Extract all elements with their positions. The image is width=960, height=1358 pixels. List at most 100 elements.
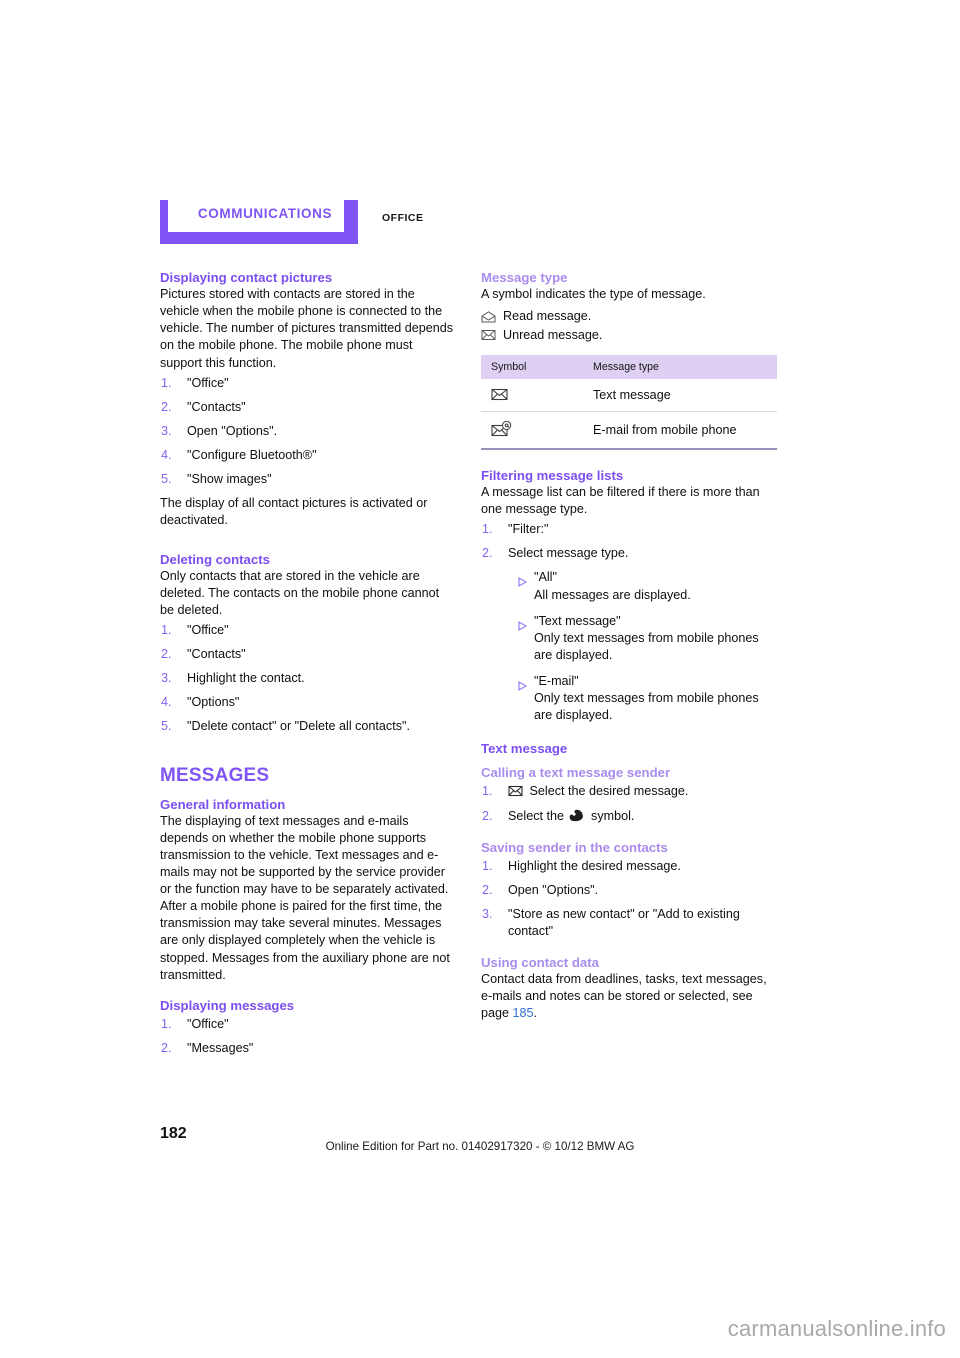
table-header-symbol: Symbol bbox=[481, 354, 583, 379]
symbol-line-unread-message: Unread message. bbox=[481, 326, 777, 345]
list-item: Select the symbol. bbox=[481, 808, 777, 825]
table-cell-symbol bbox=[481, 378, 583, 412]
message-type-table: Symbol Message type Text message E-mail … bbox=[481, 354, 777, 450]
closed-envelope-icon bbox=[491, 388, 508, 401]
list-item: "Office" bbox=[161, 1016, 229, 1033]
section-saving-sender: Saving sender in the contacts Highlight … bbox=[481, 840, 777, 941]
section-using-contact-data: Using contact data Contact data from dea… bbox=[481, 955, 777, 1022]
list-item: "Show images" bbox=[161, 471, 272, 488]
chapter-tab-label: COMMUNICATIONS bbox=[197, 206, 333, 221]
substep-desc: Only text messages from mobile phones ar… bbox=[534, 630, 759, 662]
list-item: "Options" bbox=[161, 694, 240, 711]
list-item: "E-mail" Only text messages from mobile … bbox=[508, 673, 777, 724]
triangle-bullet-icon bbox=[510, 616, 527, 631]
watermark: carmanualsonline.info bbox=[727, 1316, 946, 1341]
table-cell-symbol bbox=[481, 411, 583, 450]
heading-displaying-messages: Displaying messages bbox=[160, 997, 295, 1013]
open-envelope-icon bbox=[481, 310, 496, 323]
section-label: OFFICE bbox=[382, 212, 424, 224]
section-text-message: Text message Calling a text message send… bbox=[481, 741, 777, 824]
steps-deleting-contacts: "Office" "Contacts" Highlight the contac… bbox=[160, 622, 456, 736]
list-item: "Delete contact" or "Delete all contacts… bbox=[161, 718, 410, 735]
paragraph-using-contact-data: Contact data from deadlines, tasks, text… bbox=[481, 971, 777, 1022]
paragraph-filtering-message-lists: A message list can be filtered if there … bbox=[481, 484, 760, 517]
steps-filtering-message-lists: "Filter:" Select message type. "All" All… bbox=[481, 521, 777, 724]
list-item: Select the desired message. bbox=[481, 783, 777, 800]
triangle-bullet-icon bbox=[510, 676, 527, 692]
page-reference-link[interactable]: 185 bbox=[513, 1006, 534, 1020]
section-filtering-message-lists: Filtering message lists A message list c… bbox=[481, 468, 777, 725]
table-cell-type: Text message bbox=[583, 378, 777, 412]
paragraph-general-information: The displaying of text messages and e-ma… bbox=[160, 813, 450, 982]
table-header-message-type: Message type bbox=[583, 354, 777, 379]
section-displaying-contact-pictures: Displaying contact pictures Pictures sto… bbox=[160, 270, 456, 530]
list-item: "Filter:" bbox=[482, 521, 549, 538]
steps-displaying-contact-pictures: "Office" "Contacts" Open "Options". "Con… bbox=[160, 375, 456, 489]
substep-title: "All" bbox=[534, 570, 557, 585]
list-item-prefix: Select the bbox=[508, 808, 565, 823]
heading-message-type: Message type bbox=[481, 270, 568, 285]
substep-desc: All messages are displayed. bbox=[534, 587, 691, 602]
list-item: Open "Options". bbox=[482, 882, 599, 899]
list-item: "Store as new contact" or "Add to existi… bbox=[482, 906, 740, 939]
heading-deleting-contacts: Deleting contacts bbox=[160, 551, 270, 567]
section-displaying-messages: Displaying messages "Office" "Messages" bbox=[160, 998, 456, 1057]
list-item: "Messages" bbox=[161, 1040, 254, 1057]
table-header-row: Symbol Message type bbox=[481, 354, 777, 379]
paragraph-text-after: . bbox=[533, 1006, 538, 1021]
list-item: "Office" bbox=[161, 622, 229, 639]
list-item-label: Select the desired message. bbox=[529, 784, 689, 799]
section-message-type: Message type A symbol indicates the type… bbox=[481, 270, 777, 450]
table-row: E-mail from mobile phone bbox=[481, 411, 777, 450]
list-item-label: Select message type. bbox=[508, 546, 629, 561]
section-messages: MESSAGES General information The display… bbox=[160, 765, 456, 984]
list-item: "Contacts" bbox=[161, 646, 246, 663]
left-column: Displaying contact pictures Pictures sto… bbox=[160, 270, 456, 1064]
substep-desc: Only text messages from mobile phones ar… bbox=[534, 691, 759, 723]
closing-displaying-contact-pictures: The display of all contact pictures is a… bbox=[160, 496, 428, 528]
triangle-bullet-icon bbox=[510, 572, 527, 588]
steps-displaying-messages: "Office" "Messages" bbox=[160, 1016, 456, 1057]
substep-title: "E-mail" bbox=[534, 674, 579, 689]
list-item: "Text message" Only text messages from m… bbox=[508, 613, 777, 664]
substep-title: "Text message" bbox=[534, 613, 621, 628]
closed-envelope-icon bbox=[481, 329, 496, 341]
heading-calling-a-text-message-sender: Calling a text message sender bbox=[481, 765, 671, 781]
list-item: Open "Options". bbox=[161, 423, 278, 440]
list-item: Highlight the desired message. bbox=[482, 858, 681, 875]
envelope-at-icon bbox=[491, 420, 513, 438]
heading-general-information: General information bbox=[160, 796, 286, 812]
section-deleting-contacts: Deleting contacts Only contacts that are… bbox=[160, 552, 456, 736]
symbol-line-label: Unread message. bbox=[503, 328, 603, 343]
heading-using-contact-data: Using contact data bbox=[481, 955, 599, 971]
heading-displaying-contact-pictures: Displaying contact pictures bbox=[160, 270, 333, 285]
list-item: Highlight the contact. bbox=[161, 670, 305, 687]
list-item: "Office" bbox=[161, 375, 229, 392]
list-item-suffix: symbol. bbox=[591, 808, 635, 823]
closed-envelope-icon bbox=[508, 785, 523, 797]
steps-saving-sender: Highlight the desired message. Open "Opt… bbox=[481, 858, 777, 941]
substeps-message-types: "All" All messages are displayed. "Text … bbox=[508, 569, 777, 724]
list-item: Select message type. "All" All messages … bbox=[481, 545, 777, 724]
paragraph-displaying-contact-pictures: Pictures stored with contacts are stored… bbox=[160, 287, 454, 370]
manual-page: COMMUNICATIONS OFFICE Displaying contact… bbox=[0, 0, 960, 1358]
heading-text-message: Text message bbox=[481, 741, 568, 757]
edition-notice: Online Edition for Part no. 01402917320 … bbox=[325, 1140, 635, 1153]
page-header: COMMUNICATIONS OFFICE bbox=[160, 200, 800, 248]
symbol-line-label: Read message. bbox=[503, 309, 592, 324]
list-item: "Configure Bluetooth®" bbox=[161, 447, 317, 464]
phone-handset-icon bbox=[568, 809, 585, 822]
right-column: Message type A symbol indicates the type… bbox=[481, 270, 777, 1023]
paragraph-message-type: A symbol indicates the type of message. bbox=[481, 287, 706, 301]
steps-calling-sender: Select the desired message. Select the s… bbox=[481, 783, 777, 824]
heading-messages: MESSAGES bbox=[160, 764, 270, 786]
heading-filtering-message-lists: Filtering message lists bbox=[481, 467, 624, 483]
